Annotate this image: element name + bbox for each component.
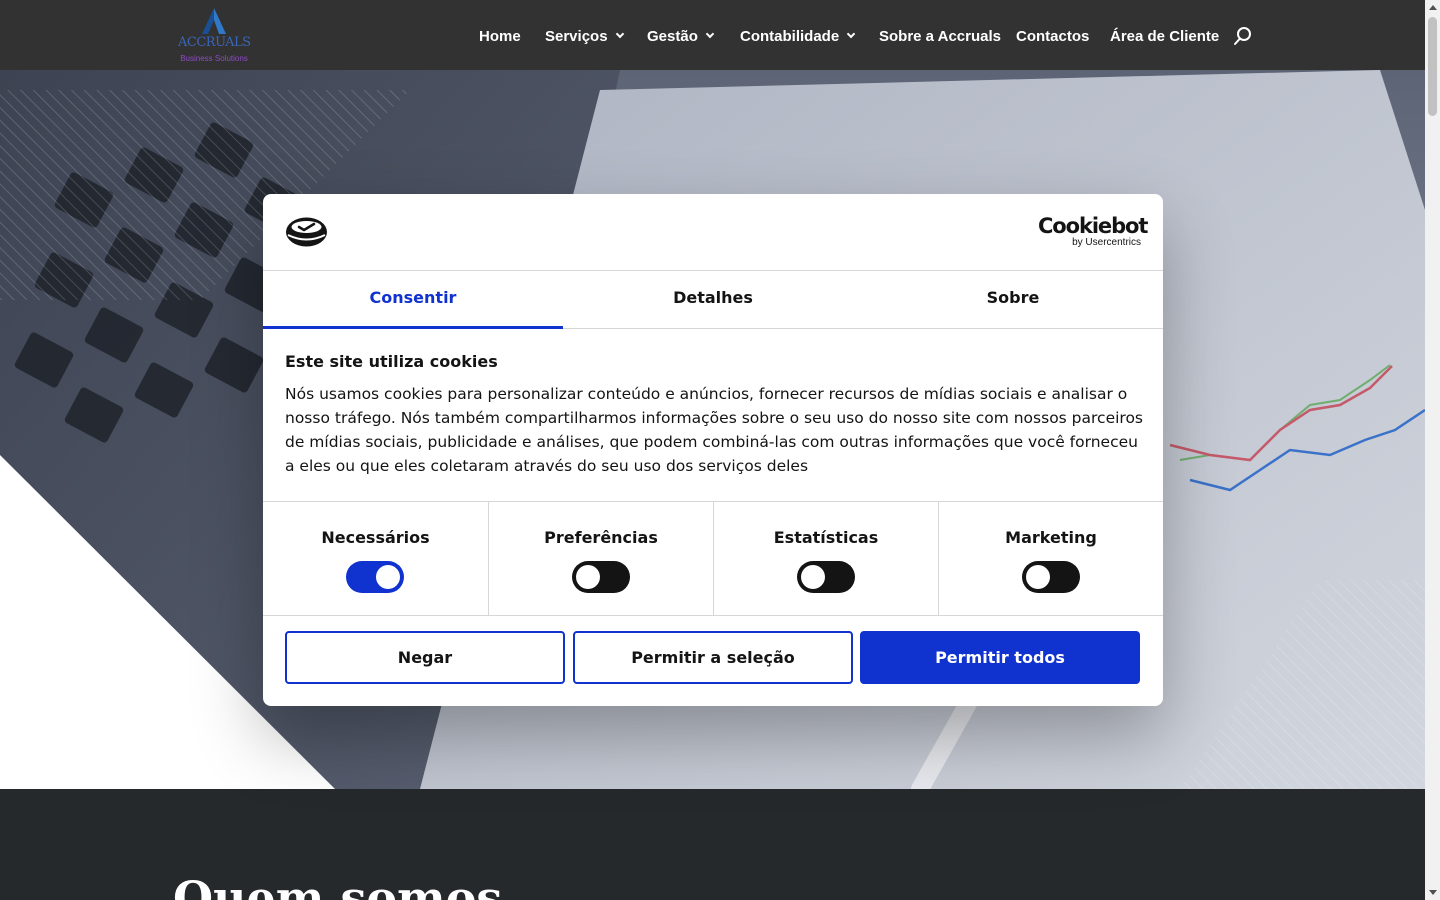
- toggle-knob: [801, 565, 825, 589]
- cookie-logo-icon: [286, 217, 327, 247]
- nav-item-contabilidade[interactable]: Contabilidade: [740, 26, 856, 46]
- nav-item-label: Home: [479, 27, 521, 45]
- chevron-down-icon: [705, 29, 715, 39]
- toggle-knob: [1026, 565, 1050, 589]
- brand-byline: by Usercentrics: [1072, 237, 1141, 248]
- deny-button[interactable]: Negar: [285, 631, 565, 684]
- cookiebot-brand[interactable]: Cookiebot by Usercentrics: [1038, 214, 1148, 248]
- scroll-thumb[interactable]: [1428, 17, 1437, 116]
- dialog-body: Este site utiliza cookies Nós usamos coo…: [285, 352, 1145, 478]
- toggle-marketing[interactable]: [1022, 561, 1080, 593]
- logo-mark-icon: [202, 8, 226, 34]
- category-label: Estatísticas: [773, 528, 879, 547]
- nav-item-label: Gestão: [647, 27, 698, 45]
- nav-item-label: Contabilidade: [740, 27, 840, 45]
- category-marketing: Marketing: [938, 502, 1163, 616]
- tab-consentir[interactable]: Consentir: [263, 271, 563, 329]
- nav-item-label: Área de Cliente: [1110, 27, 1220, 45]
- cookie-consent-dialog: Cookiebot by Usercentrics Consentir Deta…: [263, 194, 1163, 706]
- nav-item-contactos[interactable]: Contactos: [1016, 26, 1089, 46]
- toggle-preferencias[interactable]: [572, 561, 630, 593]
- nav-item-home[interactable]: Home: [479, 26, 521, 46]
- site-logo[interactable]: ACCRUALS Business Solutions: [178, 8, 251, 66]
- allow-selection-button[interactable]: Permitir a seleção: [573, 631, 853, 684]
- toggle-estatisticas[interactable]: [797, 561, 855, 593]
- toggle-knob: [376, 565, 400, 589]
- tab-detalhes[interactable]: Detalhes: [563, 271, 863, 329]
- category-label: Preferências: [544, 528, 658, 547]
- chevron-down-icon: [615, 29, 624, 39]
- logo-tagline: Business Solutions: [180, 54, 248, 63]
- nav-item-label: Sobre a Accruals: [879, 27, 1001, 45]
- site-header: ACCRUALS Business Solutions Home Serviço…: [0, 0, 1425, 70]
- about-section: Quem somos: [0, 789, 1425, 900]
- allow-all-button[interactable]: Permitir todos: [860, 631, 1140, 684]
- category-preferencias: Preferências: [488, 502, 713, 616]
- category-label: Necessários: [321, 528, 430, 547]
- scroll-up-icon[interactable]: [1429, 5, 1437, 10]
- dialog-description: Nós usamos cookies para personalizar con…: [285, 385, 1144, 475]
- toggle-necessarios[interactable]: [346, 561, 404, 593]
- tab-sobre[interactable]: Sobre: [863, 271, 1163, 329]
- brand-name: Cookiebot: [1038, 214, 1148, 238]
- category-label: Marketing: [1005, 528, 1097, 547]
- toggle-knob: [576, 565, 600, 589]
- category-estatisticas: Estatísticas: [713, 502, 938, 616]
- nav-item-servicos[interactable]: Serviços: [545, 26, 624, 46]
- nav-item-sobre-accruals[interactable]: Sobre a Accruals: [879, 26, 1001, 46]
- dialog-tabs: Consentir Detalhes Sobre: [263, 271, 1163, 329]
- chevron-down-icon: [846, 29, 856, 39]
- dialog-header: Cookiebot by Usercentrics: [263, 194, 1163, 271]
- nav-item-label: Contactos: [1016, 27, 1090, 45]
- logo-wordmark: ACCRUALS: [178, 35, 251, 50]
- dialog-title: Este site utiliza cookies: [285, 352, 498, 371]
- page-scrollbar[interactable]: [1425, 0, 1440, 900]
- nav-item-label: Serviços: [545, 27, 608, 45]
- nav-item-gestao[interactable]: Gestão: [647, 26, 715, 46]
- category-necessarios: Necessários: [263, 502, 488, 616]
- cookie-categories: Necessários Preferências Estatísticas Ma…: [263, 501, 1163, 616]
- search-icon[interactable]: [1233, 26, 1253, 46]
- scroll-down-icon[interactable]: [1429, 890, 1437, 895]
- section-title: Quem somos: [173, 871, 503, 900]
- nav-item-area-cliente[interactable]: Área de Cliente: [1110, 26, 1219, 46]
